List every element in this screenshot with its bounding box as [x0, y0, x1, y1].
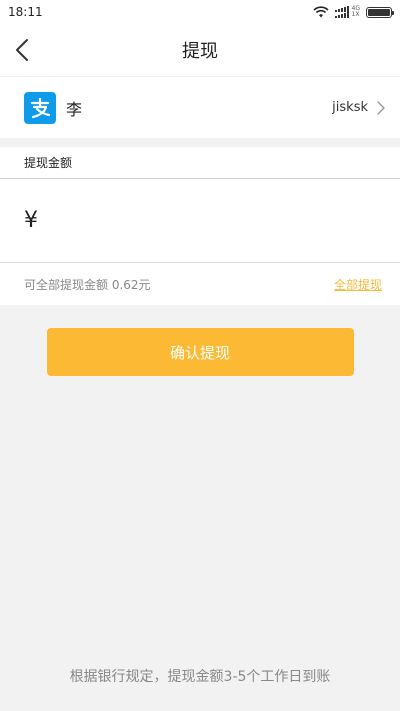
amount-label: 提现金额	[0, 147, 400, 179]
withdraw-all-link[interactable]: 全部提现	[334, 276, 382, 293]
status-bar: 18:11 4G 1X	[0, 0, 400, 24]
battery-icon	[366, 6, 394, 18]
notice-text: 根据银行规定，提现金额3-5个工作日到账	[69, 669, 331, 685]
signal-icon: 4G 1X	[334, 6, 360, 18]
chevron-right-icon	[377, 100, 385, 115]
nav-bar: 提现	[0, 24, 400, 77]
battery-fill	[368, 8, 390, 16]
available-amount-text: 可全部提现金额 0.62元	[24, 277, 151, 292]
available-row: 可全部提现金额 0.62元 全部提现	[0, 263, 400, 305]
signal-bars-bottom: 1X	[334, 11, 360, 18]
account-row[interactable]: 李 jisksk	[0, 77, 400, 138]
network-sub: 1X	[351, 11, 360, 18]
status-icons: 4G 1X	[312, 6, 394, 18]
wifi-icon	[312, 6, 329, 18]
alipay-logo	[30, 97, 51, 118]
account-name: 李	[66, 99, 83, 119]
status-time: 18:11	[8, 5, 43, 19]
page-title: 提现	[182, 41, 218, 62]
currency-symbol: ¥	[24, 208, 38, 233]
account-id: jisksk	[332, 100, 368, 115]
amount-input[interactable]	[46, 200, 400, 241]
chevron-left-icon	[16, 39, 28, 61]
alipay-icon	[24, 91, 56, 124]
confirm-withdraw-button[interactable]: 确认提现	[46, 328, 354, 376]
amount-input-row[interactable]: ¥	[0, 179, 400, 263]
amount-section: 提现金额 ¥ 可全部提现金额 0.62元 全部提现	[0, 147, 400, 305]
back-button[interactable]	[10, 35, 34, 65]
